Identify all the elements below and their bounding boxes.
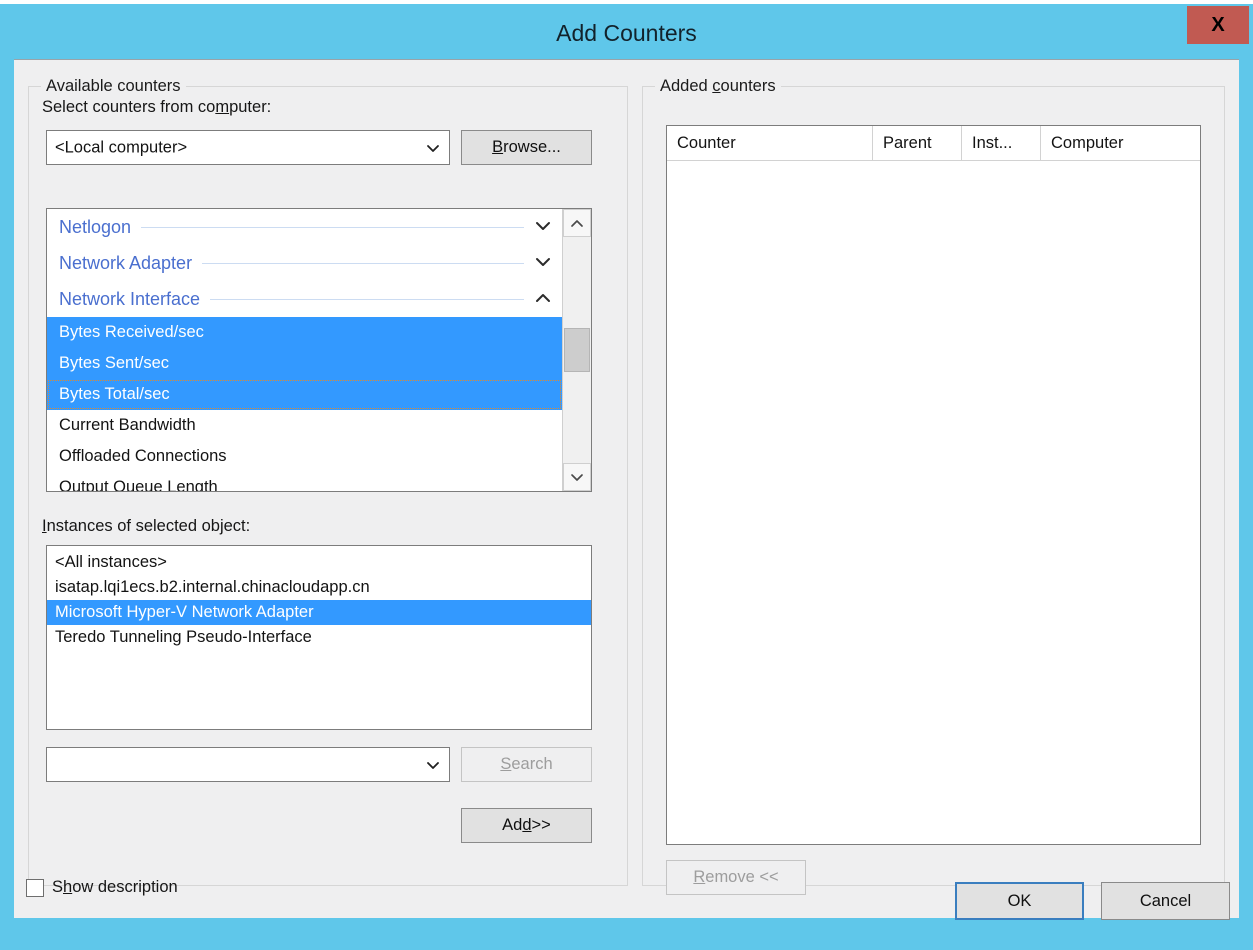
chevron-down-icon[interactable] <box>532 218 554 236</box>
instance-item[interactable]: <All instances> <box>47 550 591 575</box>
counters-scrollbar[interactable] <box>562 209 591 491</box>
instances-label: Instances of selected object: <box>42 517 250 536</box>
chevron-up-icon[interactable] <box>532 290 554 308</box>
column-header-computer[interactable]: Computer <box>1041 126 1200 160</box>
title-bar: Add Counters X <box>0 4 1253 62</box>
dialog-title: Add Counters <box>0 4 1253 62</box>
chevron-down-icon[interactable] <box>532 254 554 272</box>
counter-item[interactable]: Bytes Received/sec <box>47 317 562 348</box>
counter-item[interactable]: Bytes Total/sec <box>47 379 562 410</box>
remove-button[interactable]: Remove << <box>666 860 806 895</box>
counter-item[interactable]: Offloaded Connections <box>47 441 562 472</box>
instance-item[interactable]: Teredo Tunneling Pseudo-Interface <box>47 625 591 650</box>
show-description-checkbox[interactable]: Show description <box>26 878 178 897</box>
counter-category-label: Network Interface <box>59 289 210 310</box>
column-header-parent[interactable]: Parent <box>873 126 962 160</box>
scrollbar-down-icon[interactable] <box>563 463 591 491</box>
scrollbar-thumb[interactable] <box>564 328 590 372</box>
search-button[interactable]: Search <box>461 747 592 782</box>
search-combobox[interactable] <box>46 747 450 782</box>
show-description-label: Show description <box>52 878 178 897</box>
computer-combobox-value: <Local computer> <box>55 138 187 157</box>
counter-item[interactable]: Bytes Sent/sec <box>47 348 562 379</box>
counter-category-label: Netlogon <box>59 217 141 238</box>
counter-item[interactable]: Current Bandwidth <box>47 410 562 441</box>
category-rule <box>202 263 524 264</box>
chevron-down-icon <box>426 141 440 155</box>
counter-category-label: Network Adapter <box>59 253 202 274</box>
counter-category-row[interactable]: Network Adapter <box>47 245 562 281</box>
browse-button[interactable]: Browse... <box>461 130 592 165</box>
column-header-counter[interactable]: Counter <box>667 126 873 160</box>
scrollbar-up-icon[interactable] <box>563 209 591 237</box>
dialog-window: Add Counters X Available counters Select… <box>0 4 1253 950</box>
counter-category-row-expanded[interactable]: Network Interface <box>47 281 562 317</box>
counters-tree: Netlogon Network Adapter <box>47 209 562 491</box>
category-rule <box>210 299 524 300</box>
ok-button[interactable]: OK <box>955 882 1084 920</box>
computer-combobox[interactable]: <Local computer> <box>46 130 450 165</box>
add-button[interactable]: Add >> <box>461 808 592 843</box>
instance-item[interactable]: isatap.lqi1ecs.b2.internal.chinacloudapp… <box>47 575 591 600</box>
screen-root: Add Counters X Available counters Select… <box>0 0 1253 950</box>
cancel-button[interactable]: Cancel <box>1101 882 1230 920</box>
instances-listbox[interactable]: <All instances> isatap.lqi1ecs.b2.intern… <box>46 545 592 730</box>
counters-listbox[interactable]: Netlogon Network Adapter <box>46 208 592 492</box>
added-counters-group-label: Added counters <box>655 77 781 96</box>
chevron-down-icon <box>426 758 440 772</box>
counter-category-row[interactable]: Netlogon <box>47 209 562 245</box>
counter-item[interactable]: Output Queue Length <box>47 472 562 491</box>
category-rule <box>141 227 524 228</box>
checkbox-box-icon <box>26 879 44 897</box>
added-counters-grid[interactable]: Counter Parent Inst... Computer <box>666 125 1201 845</box>
grid-header-row: Counter Parent Inst... Computer <box>667 126 1200 161</box>
grid-body <box>667 161 1200 845</box>
close-button[interactable]: X <box>1187 6 1249 44</box>
available-counters-group-label: Available counters <box>41 77 186 96</box>
select-computer-label: Select counters from computer: <box>42 98 271 117</box>
instance-item[interactable]: Microsoft Hyper-V Network Adapter <box>47 600 591 625</box>
dialog-client-area: Available counters Select counters from … <box>14 59 1239 918</box>
column-header-instance[interactable]: Inst... <box>962 126 1041 160</box>
